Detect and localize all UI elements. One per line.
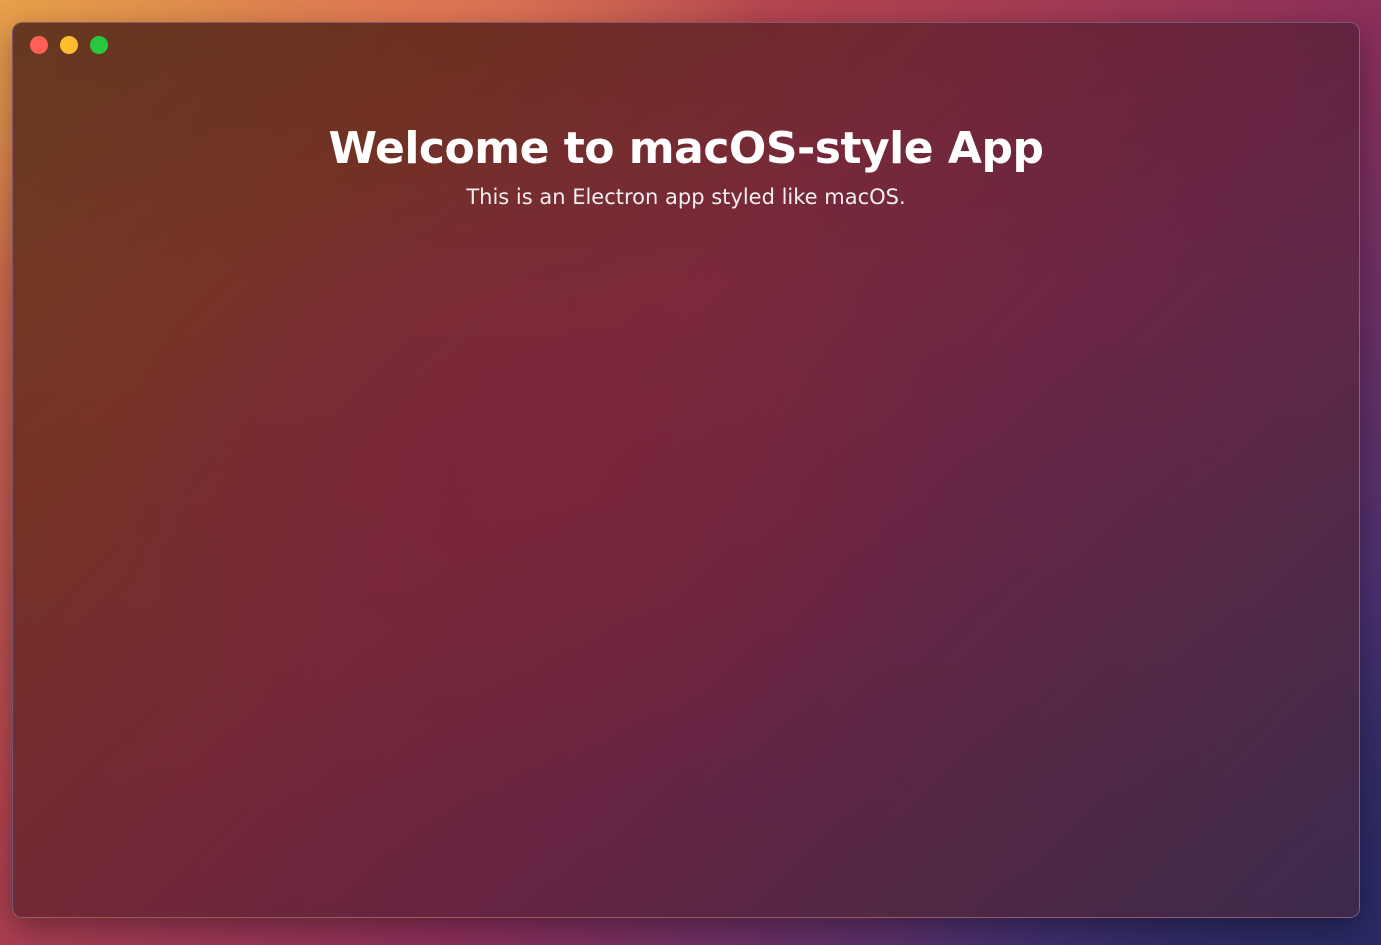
close-button[interactable] bbox=[30, 36, 48, 54]
app-window: Welcome to macOS-style App This is an El… bbox=[12, 22, 1360, 918]
main-content: Welcome to macOS-style App This is an El… bbox=[13, 119, 1359, 211]
page-subtitle: This is an Electron app styled like macO… bbox=[466, 185, 906, 209]
maximize-button[interactable] bbox=[90, 36, 108, 54]
page-title: Welcome to macOS-style App bbox=[328, 123, 1044, 174]
minimize-button[interactable] bbox=[60, 36, 78, 54]
window-controls bbox=[30, 36, 108, 54]
